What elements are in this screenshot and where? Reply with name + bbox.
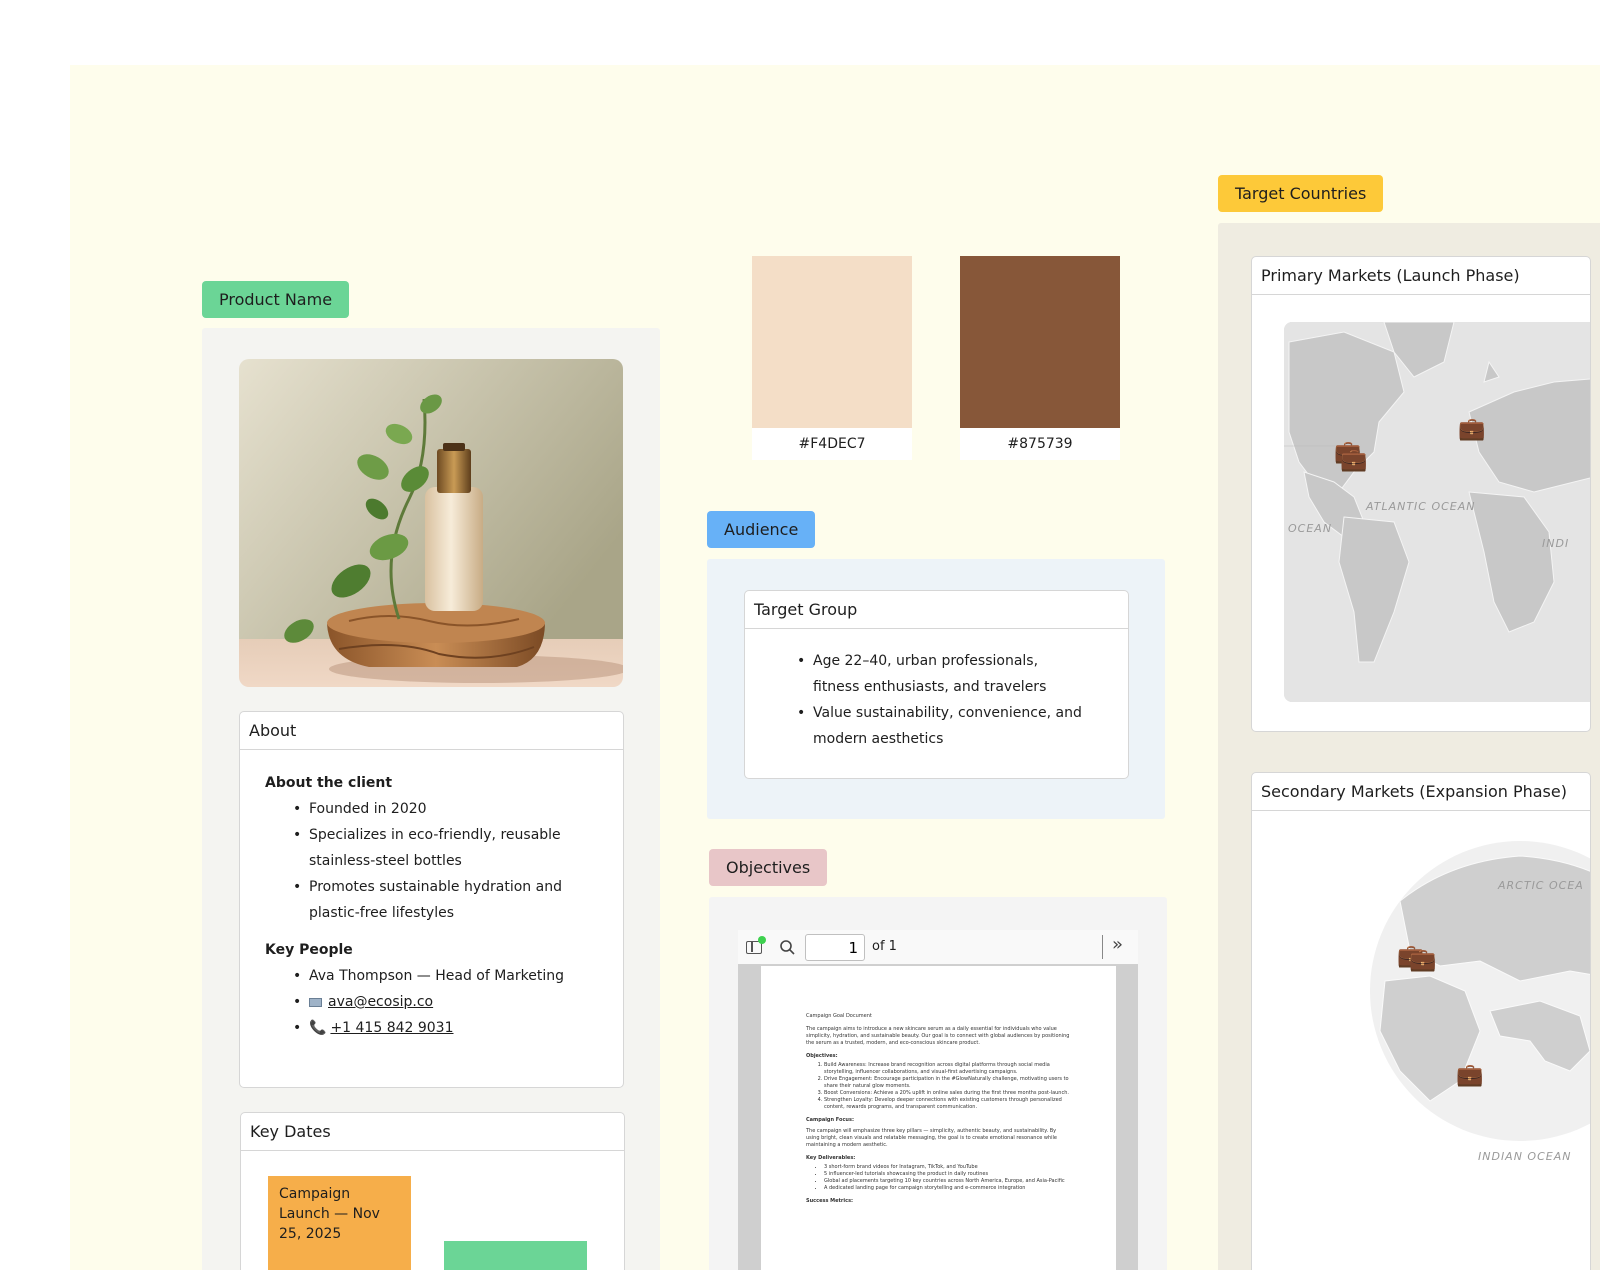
list-item: 3 short-form brand videos for Instagram,…: [824, 1164, 1071, 1171]
pdf-viewer[interactable]: of 1 » Campaign Goal Document The campai…: [738, 930, 1138, 1270]
whiteboard-canvas[interactable]: Product Name About About the client • Fo…: [70, 65, 1600, 1270]
list-item: Drive Engagement: Encourage participatio…: [824, 1076, 1071, 1090]
indian-ocean-label: INDI: [1542, 537, 1570, 550]
doc-deliverables-list: 3 short-form brand videos for Instagram,…: [806, 1164, 1071, 1192]
email-link[interactable]: ava@ecosip.co: [328, 994, 433, 1010]
key-dates-card[interactable]: Key Dates Campaign Launch — Nov 25, 2025: [240, 1112, 625, 1270]
list-item: A dedicated landing page for campaign st…: [824, 1185, 1071, 1192]
primary-markets-header: Primary Markets (Launch Phase): [1252, 257, 1590, 295]
email-icon: [309, 997, 322, 1007]
page-number-input[interactable]: [805, 934, 865, 961]
swatch-hex-1: #F4DEC7: [798, 436, 866, 452]
about-card-header: About: [240, 712, 623, 750]
key-people-list: Ava Thompson — Head of Marketing ava@eco…: [293, 963, 599, 1041]
phone-icon: 📞: [309, 1020, 327, 1036]
pdf-page: Campaign Goal Document The campaign aims…: [761, 966, 1116, 1270]
about-client-heading: About the client: [265, 775, 393, 791]
doc-deliverables-heading: Key Deliverables:: [806, 1155, 856, 1161]
objectives-tag[interactable]: Objectives: [709, 849, 828, 886]
swatch-hex-2: #875739: [1007, 436, 1073, 452]
doc-objectives-heading: Objectives:: [806, 1053, 838, 1059]
list-item: 📞+1 415 842 9031: [293, 1015, 599, 1041]
list-item: Specializes in eco-friendly, reusable st…: [293, 822, 599, 874]
list-item: Global ad placements targeting 10 key co…: [824, 1178, 1071, 1185]
audience-section: Target Group Age 22–40, urban profession…: [707, 559, 1165, 819]
color-swatch-2[interactable]: #875739: [960, 256, 1120, 460]
list-item: Build Awareness: Increase brand recognit…: [824, 1062, 1071, 1076]
product-name-tag[interactable]: Product Name: [202, 281, 350, 318]
key-dates-header: Key Dates: [241, 1113, 624, 1151]
list-item: Promotes sustainable hydration and plast…: [293, 874, 599, 926]
target-group-card[interactable]: Target Group Age 22–40, urban profession…: [744, 590, 1129, 779]
swatch-fill-2: [960, 256, 1120, 428]
primary-markets-card[interactable]: Primary Markets (Launch Phase) ATLANTIC …: [1251, 256, 1591, 732]
arctic-ocean-label: ARCTIC OCEA: [1498, 879, 1584, 892]
doc-intro: The campaign aims to introduce a new ski…: [806, 1026, 1070, 1046]
swatch-fill-1: [752, 256, 912, 428]
target-countries-section: Primary Markets (Launch Phase) ATLANTIC …: [1218, 223, 1600, 1270]
sticky-note[interactable]: [444, 1241, 587, 1270]
list-item: Value sustainability, convenience, and m…: [797, 700, 1088, 752]
pdf-toolbar: of 1 »: [738, 930, 1138, 965]
list-item: Boost Conversions: Achieve a 20% uplift …: [824, 1090, 1071, 1097]
audience-list: Age 22–40, urban professionals, fitness …: [797, 648, 1088, 752]
doc-focus-heading: Campaign Focus:: [806, 1117, 854, 1123]
secondary-markets-header: Secondary Markets (Expansion Phase): [1252, 773, 1590, 811]
target-group-header: Target Group: [745, 591, 1128, 629]
color-swatch-1[interactable]: #F4DEC7: [752, 256, 912, 460]
list-item: Strengthen Loyalty: Develop deeper conne…: [824, 1097, 1071, 1111]
doc-objectives-list: Build Awareness: Increase brand recognit…: [806, 1062, 1071, 1111]
search-icon[interactable]: [779, 939, 796, 956]
doc-title: Campaign Goal Document: [806, 1013, 872, 1019]
status-dot-icon: [758, 936, 766, 944]
list-item: ava@ecosip.co: [293, 989, 599, 1015]
toolbar-divider: [1102, 935, 1103, 959]
target-countries-tag[interactable]: Target Countries: [1218, 175, 1384, 212]
page-count: of 1: [872, 939, 897, 954]
campaign-launch-sticky-note[interactable]: Campaign Launch — Nov 25, 2025: [268, 1176, 411, 1270]
list-item: Ava Thompson — Head of Marketing: [293, 963, 599, 989]
atlantic-ocean-label: ATLANTIC OCEAN: [1366, 500, 1476, 513]
product-section: About About the client Founded in 2020 S…: [202, 328, 660, 1270]
more-tools-icon[interactable]: »: [1112, 934, 1123, 955]
briefcase-icon[interactable]: 💼: [1409, 950, 1436, 972]
objectives-section: of 1 » Campaign Goal Document The campai…: [709, 897, 1167, 1270]
briefcase-icon[interactable]: 💼: [1340, 450, 1367, 472]
secondary-markets-card[interactable]: Secondary Markets (Expansion Phase) ARCT…: [1251, 772, 1591, 1270]
phone-link[interactable]: +1 415 842 9031: [330, 1020, 453, 1036]
list-item: 5 influencer-led tutorials showcasing th…: [824, 1171, 1071, 1178]
audience-tag[interactable]: Audience: [707, 511, 816, 548]
doc-metrics-heading: Success Metrics:: [806, 1198, 854, 1204]
primary-markets-map[interactable]: ATLANTIC OCEAN OCEAN INDI 💼 💼 💼: [1284, 322, 1590, 702]
client-facts-list: Founded in 2020 Specializes in eco-frien…: [293, 796, 599, 926]
indian-ocean-label: INDIAN OCEAN: [1478, 1150, 1572, 1163]
doc-focus: The campaign will emphasize three key pi…: [806, 1128, 1057, 1148]
about-card[interactable]: About About the client Founded in 2020 S…: [239, 711, 624, 1088]
briefcase-icon[interactable]: 💼: [1456, 1065, 1483, 1087]
serum-bottle-photo: [239, 359, 623, 687]
product-image: [239, 359, 623, 687]
list-item: Founded in 2020: [293, 796, 599, 822]
ocean-label: OCEAN: [1288, 522, 1333, 535]
list-item: Age 22–40, urban professionals, fitness …: [797, 648, 1088, 700]
key-people-heading: Key People: [265, 942, 353, 958]
briefcase-icon[interactable]: 💼: [1458, 419, 1485, 441]
